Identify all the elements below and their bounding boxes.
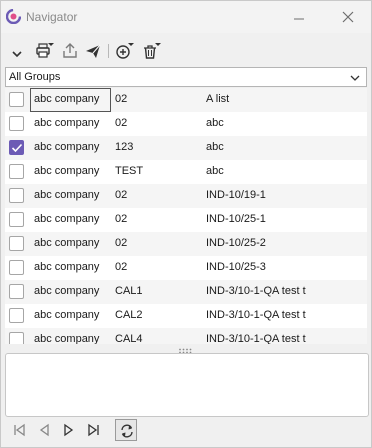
cell-col3: IND-3/10-1-QA test t bbox=[206, 285, 306, 297]
table-row[interactable]: abc company CAL4 IND-3/10-1-QA test t bbox=[5, 328, 367, 344]
add-button[interactable] bbox=[113, 40, 135, 62]
cell-col1: abc company bbox=[34, 261, 100, 273]
cell-col2: CAL2 bbox=[115, 309, 143, 321]
detail-panel[interactable] bbox=[5, 353, 369, 417]
cell-col2: CAL4 bbox=[115, 333, 143, 344]
send-icon bbox=[86, 44, 101, 58]
cell-col3: IND-10/25-1 bbox=[206, 213, 266, 225]
checkmark-icon bbox=[11, 143, 23, 153]
cell-col1: abc company bbox=[34, 117, 100, 129]
delete-button[interactable] bbox=[140, 40, 162, 62]
cell-col1: abc company bbox=[34, 333, 100, 344]
navigator-window: Navigator All Groups abc company 02 A li… bbox=[0, 0, 372, 448]
group-select[interactable]: All Groups bbox=[5, 67, 367, 87]
cell-col2: CAL1 bbox=[115, 285, 143, 297]
cell-col3: abc bbox=[206, 141, 224, 153]
records-table: abc company 02 A list abc company 02 abc abc c… bbox=[5, 88, 367, 344]
close-icon[interactable] bbox=[341, 10, 355, 24]
add-icon bbox=[116, 43, 134, 59]
cell-col3: IND-10/25-2 bbox=[206, 237, 266, 249]
cell-col3: IND-10/19-1 bbox=[206, 189, 266, 201]
cell-col2: TEST bbox=[115, 165, 144, 177]
toolbar bbox=[1, 38, 371, 64]
cell-col2: 02 bbox=[115, 93, 128, 105]
cell-col1: abc company bbox=[34, 189, 100, 201]
row-checkbox[interactable] bbox=[9, 116, 24, 131]
row-checkbox[interactable] bbox=[9, 236, 24, 251]
title-bar: Navigator bbox=[1, 1, 371, 33]
cell-col2: 02 bbox=[115, 237, 128, 249]
collapse-chevron-icon[interactable] bbox=[10, 40, 24, 62]
cell-col1: abc company bbox=[34, 141, 100, 153]
minimize-icon[interactable] bbox=[292, 10, 306, 24]
table-row[interactable]: abc company 02 abc bbox=[5, 112, 367, 136]
splitter-grip-icon[interactable] bbox=[178, 345, 192, 354]
export-icon bbox=[63, 43, 77, 58]
table-row[interactable]: abc company 123 abc bbox=[5, 136, 367, 160]
row-checkbox[interactable] bbox=[9, 92, 24, 107]
cell-col1: abc company bbox=[34, 213, 100, 225]
chevron-down-icon bbox=[350, 73, 360, 81]
row-checkbox[interactable] bbox=[9, 188, 24, 203]
table-row[interactable]: abc company TEST abc bbox=[5, 160, 367, 184]
group-select-value: All Groups bbox=[9, 71, 61, 83]
last-icon[interactable] bbox=[86, 422, 102, 438]
cell-col2: 123 bbox=[115, 141, 134, 153]
table-row[interactable]: abc company 02 IND-10/19-1 bbox=[5, 184, 367, 208]
window-title: Navigator bbox=[26, 10, 78, 24]
row-checkbox[interactable] bbox=[9, 332, 24, 344]
row-checkbox[interactable] bbox=[9, 164, 24, 179]
cell-col3: A list bbox=[206, 93, 230, 105]
cell-col3: abc bbox=[206, 117, 224, 129]
cell-col2: 02 bbox=[115, 189, 128, 201]
send-button[interactable] bbox=[83, 40, 103, 62]
cell-col1: abc company bbox=[34, 309, 100, 321]
row-checkbox[interactable] bbox=[9, 212, 24, 227]
cell-col2: 02 bbox=[115, 261, 128, 273]
cell-col3: abc bbox=[206, 165, 224, 177]
cell-col1: abc company bbox=[34, 165, 100, 177]
refresh-button[interactable] bbox=[115, 419, 137, 441]
next-icon[interactable] bbox=[61, 422, 77, 438]
previous-icon[interactable] bbox=[36, 422, 52, 438]
toolbar-separator bbox=[108, 44, 109, 58]
cell-col2: 02 bbox=[115, 117, 128, 129]
table-row[interactable]: abc company 02 IND-10/25-2 bbox=[5, 232, 367, 256]
row-checkbox[interactable] bbox=[9, 308, 24, 323]
row-checkbox[interactable] bbox=[9, 284, 24, 299]
table-row[interactable]: abc company CAL1 IND-3/10-1-QA test t bbox=[5, 280, 367, 304]
row-checkbox[interactable] bbox=[9, 260, 24, 275]
cell-col3: IND-3/10-1-QA test t bbox=[206, 309, 306, 321]
app-logo-icon bbox=[5, 8, 22, 25]
table-row[interactable]: abc company 02 A list bbox=[5, 88, 367, 112]
delete-icon bbox=[144, 43, 161, 59]
table-row[interactable]: abc company 02 IND-10/25-3 bbox=[5, 256, 367, 280]
cell-col3: IND-3/10-1-QA test t bbox=[206, 333, 306, 344]
table-row[interactable]: abc company CAL2 IND-3/10-1-QA test t bbox=[5, 304, 367, 328]
cell-col1: abc company bbox=[34, 93, 100, 105]
row-checkbox[interactable] bbox=[9, 140, 24, 155]
cell-col1: abc company bbox=[34, 285, 100, 297]
print-button[interactable] bbox=[33, 40, 55, 62]
refresh-icon bbox=[121, 424, 133, 438]
first-icon[interactable] bbox=[11, 422, 27, 438]
print-icon bbox=[36, 43, 54, 58]
cell-col2: 02 bbox=[115, 213, 128, 225]
table-row[interactable]: abc company 02 IND-10/25-1 bbox=[5, 208, 367, 232]
cell-col1: abc company bbox=[34, 237, 100, 249]
cell-col3: IND-10/25-3 bbox=[206, 261, 266, 273]
export-button[interactable] bbox=[60, 40, 80, 62]
